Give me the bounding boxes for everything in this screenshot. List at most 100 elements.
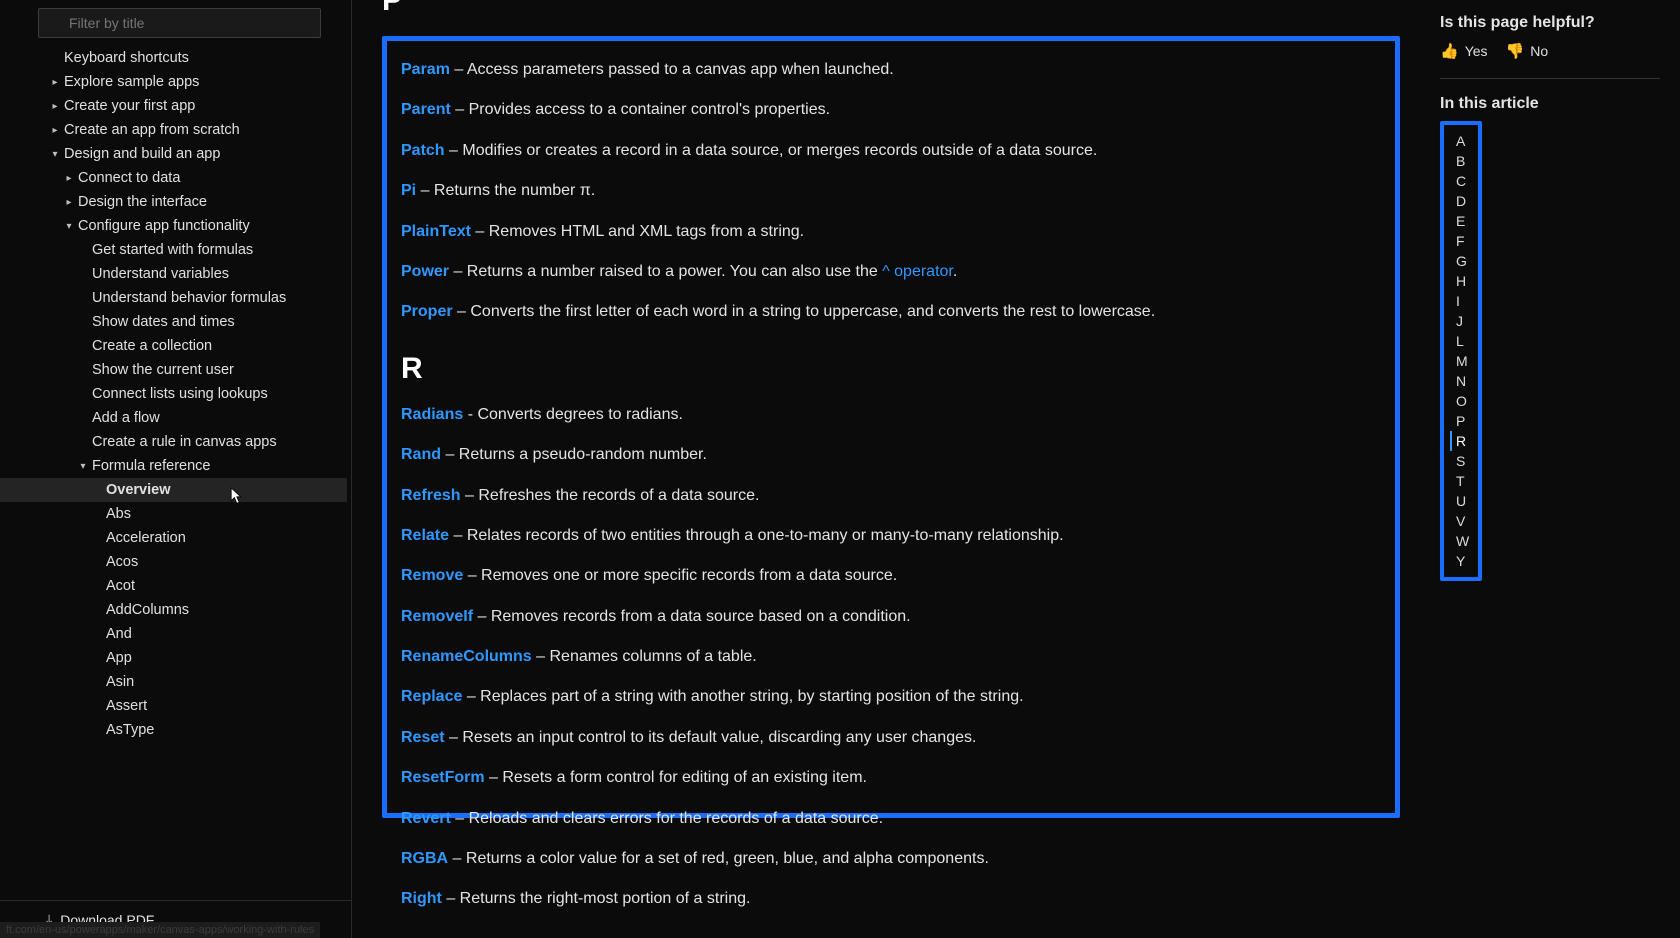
toc-link-o[interactable]: O <box>1450 391 1472 411</box>
func-link-radians[interactable]: Radians <box>401 406 463 423</box>
func-replace: Replace – Replaces part of a string with… <box>401 686 1381 708</box>
filter-input[interactable] <box>38 8 321 38</box>
toc-link-j[interactable]: J <box>1450 311 1472 331</box>
toc-link-a[interactable]: A <box>1450 131 1472 151</box>
sidebar-item-understand-behavior-formulas[interactable]: Understand behavior formulas <box>0 286 347 310</box>
sidebar-item-connect-to-data[interactable]: ▸Connect to data <box>0 166 347 190</box>
sidebar-item-add-a-flow[interactable]: Add a flow <box>0 406 347 430</box>
func-link-pi[interactable]: Pi <box>401 182 416 199</box>
func-link-rgba[interactable]: RGBA <box>401 850 448 867</box>
func-link-patch[interactable]: Patch <box>401 142 445 159</box>
func-desc: - Converts degrees to radians. <box>463 406 683 423</box>
sidebar-item-design-and-build-an-app[interactable]: ▾Design and build an app <box>0 142 347 166</box>
feedback-yes-button[interactable]: 👍 Yes <box>1440 42 1488 60</box>
sidebar-item-label: Explore sample apps <box>64 74 199 90</box>
sidebar-item-label: AddColumns <box>106 602 189 618</box>
func-link-parent[interactable]: Parent <box>401 101 451 118</box>
nav-tree[interactable]: Keyboard shortcuts▸Explore sample apps▸C… <box>0 46 351 900</box>
func-link-param[interactable]: Param <box>401 61 450 78</box>
toc-link-p[interactable]: P <box>1450 411 1472 431</box>
func-link-remove[interactable]: Remove <box>401 567 463 584</box>
func-desc: – Removes HTML and XML tags from a strin… <box>471 223 804 240</box>
sidebar-item-label: Create a collection <box>92 338 212 354</box>
sidebar-item-create-your-first-app[interactable]: ▸Create your first app <box>0 94 347 118</box>
toc-link-b[interactable]: B <box>1450 151 1472 171</box>
right-rail: Is this page helpful? 👍 Yes 👎 No In this… <box>1430 0 1680 938</box>
toc-link-e[interactable]: E <box>1450 211 1472 231</box>
toc-link-r[interactable]: R <box>1450 431 1472 451</box>
sidebar-item-label: Design and build an app <box>64 146 220 162</box>
toc-link-m[interactable]: M <box>1450 351 1472 371</box>
sidebar-item-label: Get started with formulas <box>92 242 253 258</box>
sidebar-item-label: Acceleration <box>106 530 186 546</box>
sidebar-item-show-dates-and-times[interactable]: Show dates and times <box>0 310 347 334</box>
func-link-renamecolumns[interactable]: RenameColumns <box>401 648 532 665</box>
func-link-refresh[interactable]: Refresh <box>401 487 461 504</box>
toc-link-v[interactable]: V <box>1450 511 1472 531</box>
func-resetform: ResetForm – Resets a form control for ed… <box>401 767 1381 789</box>
toc-link-t[interactable]: T <box>1450 471 1472 491</box>
feedback-yes-label: Yes <box>1465 43 1488 59</box>
toc-link-d[interactable]: D <box>1450 191 1472 211</box>
sidebar-item-assert[interactable]: Assert <box>0 694 347 718</box>
func-link-revert[interactable]: Revert <box>401 810 451 827</box>
func-rand: Rand – Returns a pseudo-random number. <box>401 444 1381 466</box>
func-link-replace[interactable]: Replace <box>401 688 462 705</box>
sidebar-item-astype[interactable]: AsType <box>0 718 347 742</box>
func-link-right[interactable]: Right <box>401 890 442 907</box>
sidebar-item-label: Understand behavior formulas <box>92 290 286 306</box>
func-link-power[interactable]: Power <box>401 263 449 280</box>
sidebar-item-configure-app-functionality[interactable]: ▾Configure app functionality <box>0 214 347 238</box>
toc-link-g[interactable]: G <box>1450 251 1472 271</box>
sidebar-item-create-a-collection[interactable]: Create a collection <box>0 334 347 358</box>
sidebar-item-and[interactable]: And <box>0 622 347 646</box>
func-link-removeif[interactable]: RemoveIf <box>401 608 473 625</box>
toc-link-h[interactable]: H <box>1450 271 1472 291</box>
toc-link-w[interactable]: W <box>1450 531 1472 551</box>
sidebar-item-acot[interactable]: Acot <box>0 574 347 598</box>
sidebar-item-understand-variables[interactable]: Understand variables <box>0 262 347 286</box>
sidebar-item-label: Formula reference <box>92 458 210 474</box>
func-link-plaintext[interactable]: PlainText <box>401 223 471 240</box>
func-patch: Patch – Modifies or creates a record in … <box>401 140 1381 162</box>
sidebar-item-label: Create your first app <box>64 98 195 114</box>
toc-link-s[interactable]: S <box>1450 451 1472 471</box>
sidebar-item-label: AsType <box>106 722 154 738</box>
sidebar-item-acos[interactable]: Acos <box>0 550 347 574</box>
sidebar-item-label: Design the interface <box>78 194 207 210</box>
sidebar-item-asin[interactable]: Asin <box>0 670 347 694</box>
sidebar-item-acceleration[interactable]: Acceleration <box>0 526 347 550</box>
func-link-resetform[interactable]: ResetForm <box>401 769 485 786</box>
func-link-rand[interactable]: Rand <box>401 446 441 463</box>
sidebar-item-show-the-current-user[interactable]: Show the current user <box>0 358 347 382</box>
feedback-no-button[interactable]: 👎 No <box>1506 42 1549 60</box>
sidebar-item-keyboard-shortcuts[interactable]: Keyboard shortcuts <box>0 46 347 70</box>
highlighted-region: Param – Access parameters passed to a ca… <box>382 36 1400 818</box>
sidebar-item-get-started-with-formulas[interactable]: Get started with formulas <box>0 238 347 262</box>
toc-link-i[interactable]: I <box>1450 291 1472 311</box>
toc-link-f[interactable]: F <box>1450 231 1472 251</box>
func-link-proper[interactable]: Proper <box>401 303 453 320</box>
sidebar-item-design-the-interface[interactable]: ▸Design the interface <box>0 190 347 214</box>
func-link-relate[interactable]: Relate <box>401 527 449 544</box>
sidebar-item-app[interactable]: App <box>0 646 347 670</box>
sidebar-item-connect-lists-using-lookups[interactable]: Connect lists using lookups <box>0 382 347 406</box>
toc-link-y[interactable]: Y <box>1450 551 1472 571</box>
sidebar-item-overview[interactable]: Overview <box>0 478 347 502</box>
inline-link-operator[interactable]: ^ operator <box>882 263 953 280</box>
sidebar-item-create-a-rule-in-canvas-apps[interactable]: Create a rule in canvas apps <box>0 430 347 454</box>
toc-link-c[interactable]: C <box>1450 171 1472 191</box>
toc-link-n[interactable]: N <box>1450 371 1472 391</box>
chevron-right-icon: ▸ <box>64 173 74 184</box>
sidebar-item-create-an-app-from-scratch[interactable]: ▸Create an app from scratch <box>0 118 347 142</box>
sidebar-item-formula-reference[interactable]: ▾Formula reference <box>0 454 347 478</box>
thumbs-up-icon: 👍 <box>1440 42 1459 60</box>
func-link-reset[interactable]: Reset <box>401 729 445 746</box>
func-desc: – Replaces part of a string with another… <box>462 688 1023 705</box>
func-rgba: RGBA – Returns a color value for a set o… <box>401 848 1381 870</box>
toc-link-u[interactable]: U <box>1450 491 1472 511</box>
toc-link-l[interactable]: L <box>1450 331 1472 351</box>
sidebar-item-addcolumns[interactable]: AddColumns <box>0 598 347 622</box>
sidebar-item-explore-sample-apps[interactable]: ▸Explore sample apps <box>0 70 347 94</box>
sidebar-item-abs[interactable]: Abs <box>0 502 347 526</box>
